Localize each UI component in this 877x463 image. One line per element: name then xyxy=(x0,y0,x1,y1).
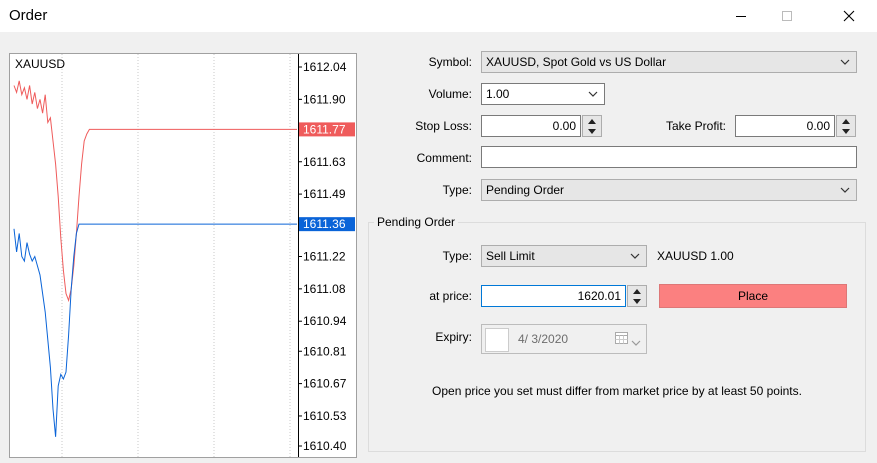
price-tick-label: 1610.94 xyxy=(303,314,347,328)
order-type-value: Pending Order xyxy=(486,183,565,197)
minimize-button[interactable] xyxy=(718,0,764,32)
pending-order-title: Pending Order xyxy=(374,215,459,229)
expiry-date: 4/ 3/2020 xyxy=(518,332,569,346)
symbol-value: XAUUSD, Spot Gold vs US Dollar xyxy=(486,55,667,69)
stop-loss-label: Stop Loss: xyxy=(415,119,472,133)
order-dialog-body: 1612.04 1611.90 1611.77 1611.63 1611.49 1611.… xyxy=(0,32,877,463)
chevron-down-icon xyxy=(838,180,852,200)
price-tick-label: 1611.08 xyxy=(303,282,346,296)
comment-label: Comment: xyxy=(416,151,472,165)
pending-type-label: Type: xyxy=(442,249,472,263)
price-tick-label: 1611.77 xyxy=(303,122,346,136)
expiry-checkbox[interactable] xyxy=(485,328,509,352)
spin-down-icon[interactable] xyxy=(628,296,646,306)
close-icon xyxy=(843,10,855,22)
price-tick-label: 1611.90 xyxy=(303,92,346,106)
take-profit-value: 0.00 xyxy=(806,119,830,133)
ask-series-line xyxy=(13,80,297,303)
price-tick-label: 1611.49 xyxy=(303,187,346,201)
at-price-label: at price: xyxy=(429,289,472,303)
chevron-down-icon xyxy=(838,52,852,72)
chevron-down-icon xyxy=(586,84,600,104)
take-profit-label: Take Profit: xyxy=(665,119,726,133)
spin-up-icon[interactable] xyxy=(837,116,855,126)
minimize-icon xyxy=(736,15,746,17)
price-tick-label: 1612.04 xyxy=(303,60,347,74)
at-price-stepper[interactable] xyxy=(627,285,647,307)
calendar-icon[interactable] xyxy=(615,332,629,348)
stop-loss-value: 0.00 xyxy=(552,119,576,133)
bid-series-line xyxy=(13,223,297,437)
volume-select[interactable]: 1.00 xyxy=(481,83,605,105)
chart-symbol-label: XAUUSD xyxy=(15,57,66,71)
price-distance-note: Open price you set must differ from mark… xyxy=(432,384,802,398)
expiry-label: Expiry: xyxy=(435,330,472,344)
price-tick-label: 1610.53 xyxy=(303,409,347,423)
expiry-picker[interactable]: 4/ 3/2020 xyxy=(481,324,647,354)
take-profit-stepper[interactable] xyxy=(836,115,856,137)
price-tick-label: 1610.40 xyxy=(303,439,347,453)
maximize-icon xyxy=(782,11,792,21)
pending-type-select[interactable]: Sell Limit xyxy=(481,245,647,267)
volume-value: 1.00 xyxy=(486,87,510,101)
place-button[interactable]: Place xyxy=(659,284,847,308)
stop-loss-input[interactable]: 0.00 xyxy=(481,115,581,137)
title-bar: Order xyxy=(0,0,877,32)
pending-type-value: Sell Limit xyxy=(486,249,535,263)
type-label: Type: xyxy=(442,183,472,197)
order-type-select[interactable]: Pending Order xyxy=(481,179,857,201)
price-tick-label: 1611.63 xyxy=(303,155,346,169)
window-title: Order xyxy=(9,7,48,24)
at-price-value: 1620.01 xyxy=(577,289,621,303)
spin-up-icon[interactable] xyxy=(583,116,601,126)
symbol-label: Symbol: xyxy=(428,55,472,69)
tick-chart: 1612.04 1611.90 1611.77 1611.63 1611.49 1611.… xyxy=(9,53,357,458)
spin-up-icon[interactable] xyxy=(628,286,646,296)
price-tick-label: 1610.67 xyxy=(303,377,347,391)
price-tick-label: 1610.81 xyxy=(303,344,347,358)
chevron-down-icon xyxy=(628,246,642,266)
pending-info: XAUUSD 1.00 xyxy=(657,249,734,263)
stop-loss-stepper[interactable] xyxy=(582,115,602,137)
price-tick-label: 1611.22 xyxy=(303,250,346,264)
take-profit-input[interactable]: 0.00 xyxy=(735,115,835,137)
at-price-input[interactable]: 1620.01 xyxy=(481,285,626,307)
comment-input[interactable] xyxy=(481,146,857,168)
spin-down-icon[interactable] xyxy=(837,126,855,136)
tick-chart-canvas: 1612.04 1611.90 1611.77 1611.63 1611.49 1611.… xyxy=(13,54,355,457)
symbol-select[interactable]: XAUUSD, Spot Gold vs US Dollar xyxy=(481,51,857,73)
chevron-down-icon xyxy=(631,335,641,349)
close-button[interactable] xyxy=(826,0,872,32)
volume-label: Volume: xyxy=(428,87,472,101)
price-tick-label: 1611.36 xyxy=(303,217,346,231)
maximize-button xyxy=(764,0,810,32)
spin-down-icon[interactable] xyxy=(583,126,601,136)
